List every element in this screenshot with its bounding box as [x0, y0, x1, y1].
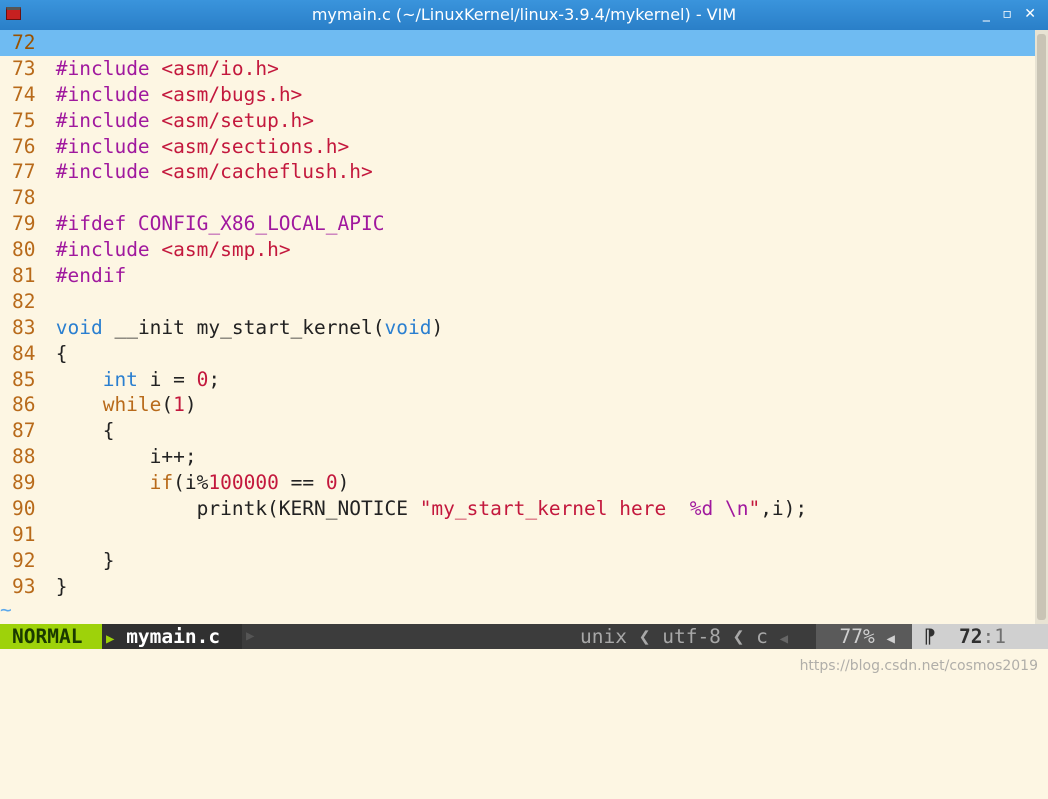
- line-number: 72: [12, 31, 36, 54]
- statusline-filetype: c: [756, 625, 768, 648]
- line-number: 92: [12, 548, 36, 572]
- code-text: #include <asm/io.h>: [55, 56, 279, 80]
- line-number: 88: [12, 445, 36, 469]
- code-text: #include <asm/sections.h>: [55, 134, 350, 158]
- statusline-percent: 77%: [839, 625, 875, 648]
- code-text: printk(KERN_NOTICE "my_start_kernel here…: [44, 497, 808, 521]
- code-line[interactable]: 79 #ifdef CONFIG_X86_LOCAL_APIC: [0, 211, 1035, 237]
- line-number: 76: [12, 134, 36, 158]
- statusline-file-info: unix ❮ utf-8 ❮ c ◀: [580, 624, 788, 652]
- editor-buffer[interactable]: 72 73 #include <asm/io.h> 74 #include <as…: [0, 30, 1035, 624]
- code-text: }: [44, 548, 115, 572]
- cursor-line[interactable]: 72: [0, 30, 1035, 56]
- line-number: 90: [12, 497, 36, 521]
- command-line[interactable]: https://blog.csdn.net/cosmos2019: [0, 649, 1048, 684]
- window-controls[interactable]: _ ▫ ✕: [983, 6, 1040, 22]
- vertical-scrollbar[interactable]: [1035, 30, 1048, 624]
- code-line[interactable]: 78: [0, 185, 1035, 211]
- play-arrow-icon: ▶: [106, 631, 115, 647]
- line-number: 77: [12, 160, 36, 184]
- line-number: 73: [12, 56, 36, 80]
- line-number: 87: [12, 419, 36, 443]
- line-number: 80: [12, 238, 36, 262]
- code-line[interactable]: 74 #include <asm/bugs.h>: [0, 82, 1035, 108]
- code-text: {: [44, 341, 68, 365]
- scrollbar-thumb[interactable]: [1037, 34, 1046, 620]
- vim-statusline: NORMAL ▶ mymain.c ▶ unix ❮ utf-8 ❮ c ◀ 7…: [0, 624, 1048, 649]
- code-line[interactable]: 93 }: [0, 574, 1035, 600]
- chevron-left-icon: ❮: [732, 625, 745, 648]
- window-titlebar[interactable]: mymain.c (~/LinuxKernel/linux-3.9.4/myke…: [0, 0, 1048, 30]
- window-title: mymain.c (~/LinuxKernel/linux-3.9.4/myke…: [311, 5, 737, 24]
- statusline-fileformat: unix: [580, 625, 627, 648]
- line-number: 81: [12, 264, 36, 288]
- line-number: 79: [12, 212, 36, 236]
- line-number: 86: [12, 393, 36, 417]
- line-number: 78: [12, 186, 36, 210]
- code-line[interactable]: 73 #include <asm/io.h>: [0, 56, 1035, 82]
- line-number: 84: [12, 341, 36, 365]
- line-number: 82: [12, 289, 36, 313]
- position-separator: :: [982, 625, 995, 648]
- code-line[interactable]: 82: [0, 289, 1035, 315]
- separator-arrow-icon: ◀: [779, 631, 789, 647]
- code-text: while(1): [102, 393, 197, 417]
- mode-indicator: NORMAL: [0, 624, 102, 649]
- statusline-percent-segment: 77% ◀: [816, 624, 912, 649]
- code-text: void __init my_start_kernel(void): [55, 315, 444, 339]
- separator-arrow-icon: ▶: [246, 628, 255, 644]
- line-number: 85: [12, 367, 36, 391]
- code-text: #include <asm/setup.h>: [55, 108, 315, 132]
- code-line[interactable]: 76 #include <asm/sections.h>: [0, 134, 1035, 160]
- statusline-encoding: utf-8: [662, 625, 721, 648]
- code-line[interactable]: 83 void __init my_start_kernel(void): [0, 315, 1035, 341]
- code-line[interactable]: 86 while(1): [0, 392, 1035, 418]
- code-line[interactable]: 85 int i = 0;: [0, 367, 1035, 393]
- code-line[interactable]: 84 {: [0, 341, 1035, 367]
- statusline-position-segment: ⁋ 72:1: [912, 624, 1048, 649]
- line-number: 83: [12, 315, 36, 339]
- code-text: if(i%100000 == 0): [149, 471, 350, 495]
- line-number: 89: [12, 471, 36, 495]
- code-text: {: [44, 419, 115, 443]
- code-text: int i = 0;: [102, 367, 221, 391]
- code-line[interactable]: 88 i++;: [0, 444, 1035, 470]
- code-text: #include <asm/cacheflush.h>: [55, 160, 373, 184]
- code-line[interactable]: 90 printk(KERN_NOTICE "my_start_kernel h…: [0, 496, 1035, 522]
- statusline-filename: mymain.c: [126, 625, 221, 648]
- chevron-left-icon: ❮: [638, 625, 651, 648]
- code-text: }: [44, 574, 68, 598]
- code-line[interactable]: 92 }: [0, 548, 1035, 574]
- code-text: #ifdef CONFIG_X86_LOCAL_APIC: [55, 212, 385, 236]
- code-text: #include <asm/bugs.h>: [55, 82, 303, 106]
- code-line[interactable]: 91: [0, 522, 1035, 548]
- code-text: i++;: [44, 445, 197, 469]
- code-line[interactable]: 89 if(i%100000 == 0): [0, 470, 1035, 496]
- line-number-icon: ⁋: [923, 625, 936, 648]
- separator-arrow-icon: ◀: [886, 631, 895, 647]
- code-line[interactable]: 81 #endif: [0, 263, 1035, 289]
- code-line[interactable]: 75 #include <asm/setup.h>: [0, 108, 1035, 134]
- line-number: 75: [12, 108, 36, 132]
- code-text: #endif: [55, 264, 127, 288]
- code-line[interactable]: 87 {: [0, 418, 1035, 444]
- code-line[interactable]: 77 #include <asm/cacheflush.h>: [0, 159, 1035, 185]
- code-text: #include <asm/smp.h>: [55, 238, 291, 262]
- statusline-file-segment: ▶ mymain.c: [102, 624, 242, 649]
- line-number: 91: [12, 522, 36, 546]
- watermark: https://blog.csdn.net/cosmos2019: [799, 658, 1038, 674]
- empty-buffer-tilde: ~: [0, 597, 12, 621]
- statusline-line: 72: [958, 625, 983, 648]
- code-line[interactable]: 80 #include <asm/smp.h>: [0, 237, 1035, 263]
- statusline-column: 1: [994, 625, 1006, 648]
- line-number: 74: [12, 82, 36, 106]
- line-number: 93: [12, 574, 36, 598]
